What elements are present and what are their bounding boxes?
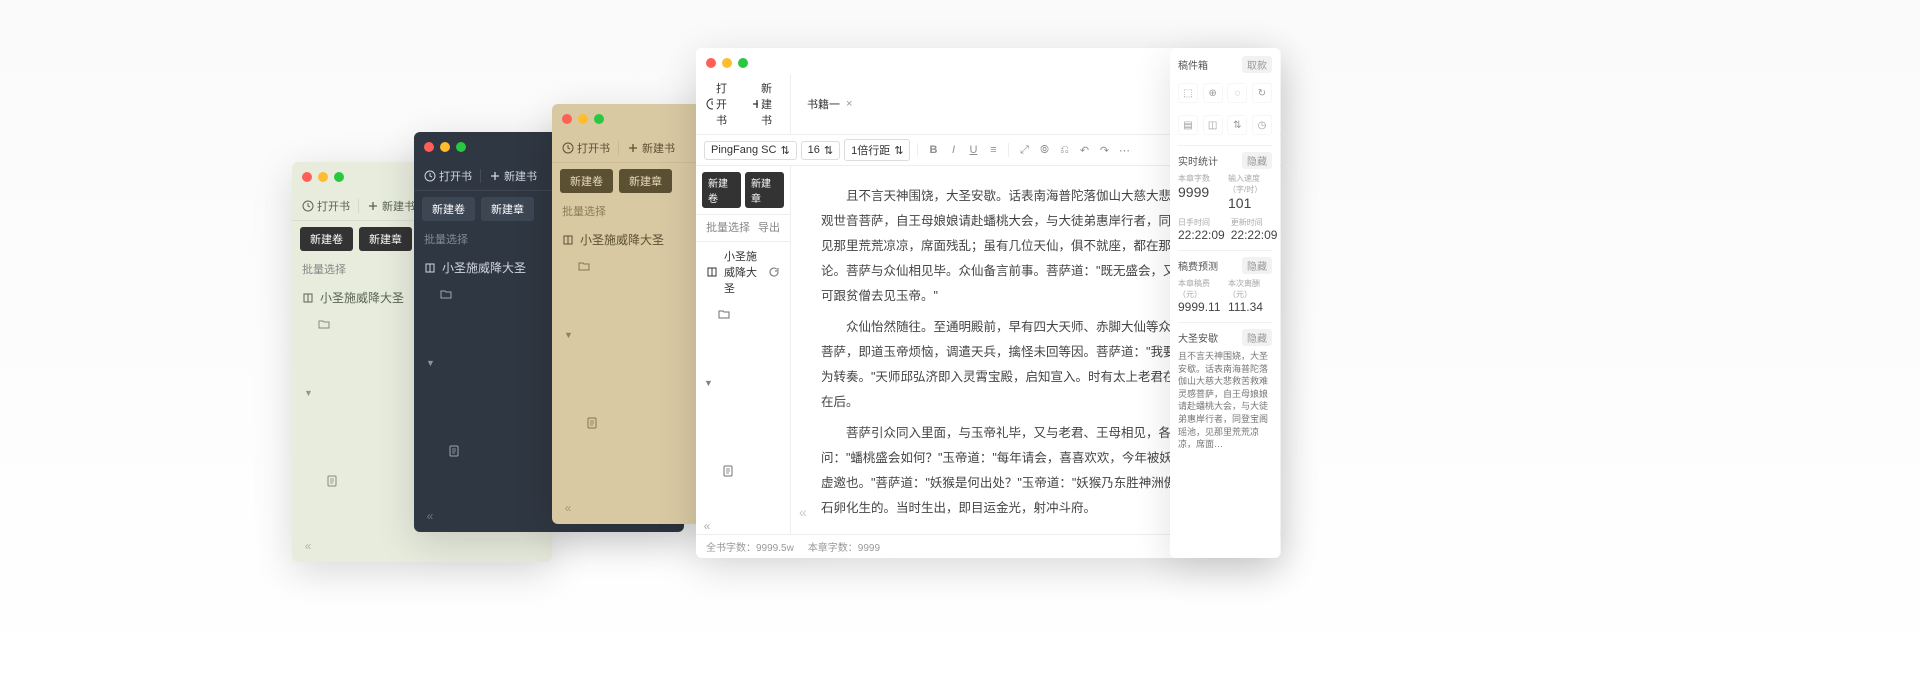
clock-icon[interactable]: ◷ [1252, 115, 1272, 135]
export-button[interactable]: 导出 [758, 219, 780, 235]
more-icon[interactable]: ⋯ [1116, 142, 1132, 158]
input-speed-value: 101 [1228, 195, 1272, 211]
collapse-icon[interactable]: « [696, 518, 712, 534]
collapse-icon[interactable]: « [422, 508, 438, 524]
new-book-button[interactable]: 新建书 [489, 168, 537, 184]
outline-volume[interactable]: ▼第一卷 [700, 305, 786, 461]
collapse-icon[interactable]: « [300, 538, 316, 554]
inbox-title: 稿件箱 [1178, 57, 1208, 72]
sort-icon[interactable]: ⇅ [1227, 115, 1247, 135]
open-book-button[interactable]: 打开书 [424, 168, 472, 184]
sync-icon[interactable]: ↻ [1252, 83, 1272, 103]
font-size-select[interactable]: 16⇅ [801, 141, 840, 160]
grid-icon[interactable]: ◫ [1203, 115, 1223, 135]
new-book-button[interactable]: 新建书 [367, 198, 415, 214]
open-book-button[interactable]: 打开书 [302, 198, 350, 214]
collapse-left-icon[interactable]: « [799, 498, 807, 526]
new-volume-button[interactable]: 新建卷 [702, 172, 741, 208]
new-chapter-button[interactable]: 新建章 [619, 169, 672, 193]
open-book-button[interactable]: 打开书 [706, 80, 735, 128]
collapse-icon[interactable]: « [560, 500, 576, 516]
bold-icon[interactable]: B [925, 142, 941, 158]
batch-select[interactable]: 批量选择 [302, 261, 346, 277]
outline-chapter[interactable]: 第一章 [700, 462, 786, 518]
chat-icon[interactable]: ◌ [1227, 83, 1247, 103]
chevron-updown-icon: ⇅ [780, 144, 789, 157]
note-body: 且不言天神围娆，大圣安歇。话表南海普陀落伽山大慈大悲救苦救难灵感菩萨，自王母娘娘… [1178, 350, 1272, 451]
note-title: 大圣安歇 [1178, 330, 1218, 345]
box-icon[interactable]: ⬚ [1178, 83, 1198, 103]
new-chapter-button[interactable]: 新建章 [481, 197, 534, 221]
book-title: 小圣施威降大圣 [580, 231, 664, 248]
chevron-updown-icon: ⇅ [894, 144, 903, 157]
book-title: 小圣施威降大圣 [442, 259, 526, 276]
tab-label: 书籍一 [807, 96, 840, 112]
book-title: 小圣施威降大圣 [320, 289, 404, 306]
font-select[interactable]: PingFang SC⇅ [704, 141, 797, 160]
note-hide[interactable]: 隐藏 [1242, 329, 1272, 346]
unknown-icon[interactable]: ⎌ [1056, 142, 1072, 158]
new-chapter-button[interactable]: 新建章 [745, 172, 784, 208]
new-volume-button[interactable]: 新建卷 [560, 169, 613, 193]
open-book-button[interactable]: 打开书 [562, 140, 610, 156]
document-tab[interactable]: 书籍一 × [799, 92, 860, 116]
align-icon[interactable]: ≡ [985, 142, 1001, 158]
stat-label: 更新时间 [1231, 217, 1278, 228]
earnings-title: 稿费预测 [1178, 258, 1218, 273]
earnings-hide[interactable]: 隐藏 [1242, 257, 1272, 274]
underline-icon[interactable]: U [965, 142, 981, 158]
batch-select[interactable]: 批量选择 [562, 203, 606, 219]
traffic-lights[interactable] [696, 48, 758, 74]
stat-label: 日手时间 [1178, 217, 1225, 228]
realtime-title: 实时统计 [1178, 153, 1218, 168]
sidebar: 新建卷 新建章 批量选择 导出 小圣施威降大圣 ▼第一卷 第一章 第二章 ▶第二… [696, 166, 791, 534]
stat-label: 输入速度（字/时） [1228, 173, 1272, 195]
italic-icon[interactable]: I [945, 142, 961, 158]
stats-panel: 稿件箱 取款 ⬚ ⊕ ◌ ↻ ▤ ◫ ⇅ ◷ 实时统计 隐藏 本章字数9999 … [1170, 48, 1280, 558]
today-time-value: 22:22:09 [1178, 228, 1225, 242]
inbox-action[interactable]: 取款 [1242, 56, 1272, 73]
realtime-hide[interactable]: 隐藏 [1242, 152, 1272, 169]
redo-icon[interactable]: ↷ [1096, 142, 1112, 158]
expand-icon[interactable]: ⤢ [1016, 142, 1032, 158]
hide-icon[interactable]: ⦾ [1036, 142, 1052, 158]
search-icon[interactable]: ⊕ [1203, 83, 1223, 103]
chapter-word-count: 本章字数：9999 [808, 539, 880, 554]
total-word-count: 全书字数：9999.5w [706, 539, 794, 554]
book-fee-value: 9999.11 [1178, 300, 1222, 314]
new-book-button[interactable]: 新建书 [751, 80, 780, 128]
stat-label: 本次离酬（元） [1228, 278, 1272, 300]
chapter-chars-value: 9999 [1178, 184, 1222, 200]
undo-icon[interactable]: ↶ [1076, 142, 1092, 158]
update-time-value: 22:22:09 [1231, 228, 1278, 242]
batch-select[interactable]: 批量选择 [706, 219, 750, 235]
new-chapter-button[interactable]: 新建章 [359, 227, 412, 251]
new-book-button[interactable]: 新建书 [627, 140, 675, 156]
stat-label: 本章稿费（元） [1178, 278, 1222, 300]
new-volume-button[interactable]: 新建卷 [422, 197, 475, 221]
list-icon[interactable]: ▤ [1178, 115, 1198, 135]
stat-label: 本章字数 [1178, 173, 1222, 184]
new-volume-button[interactable]: 新建卷 [300, 227, 353, 251]
batch-select[interactable]: 批量选择 [424, 231, 468, 247]
this-fee-value: 111.34 [1228, 300, 1272, 314]
line-height-select[interactable]: 1倍行距⇅ [844, 139, 910, 161]
close-tab-icon[interactable]: × [846, 98, 852, 110]
book-title: 小圣施威降大圣 [724, 248, 762, 296]
reload-icon[interactable] [768, 266, 780, 278]
chevron-updown-icon: ⇅ [824, 144, 833, 157]
